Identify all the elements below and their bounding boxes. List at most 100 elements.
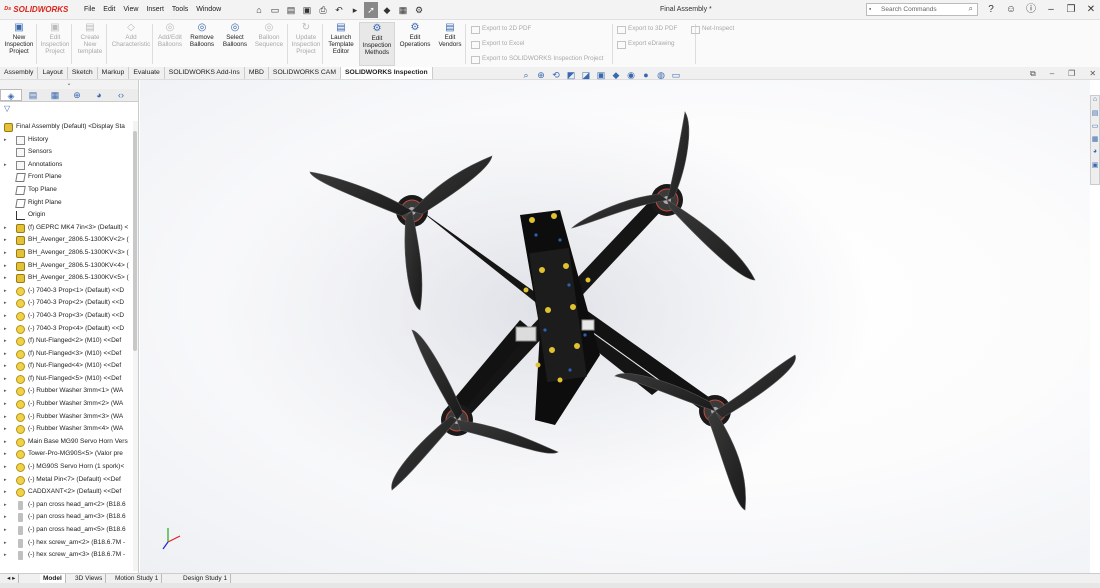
expand-arrow-icon[interactable]: ▸ bbox=[4, 448, 7, 461]
expand-arrow-icon[interactable]: ▸ bbox=[4, 159, 7, 172]
export-0-button[interactable]: Export to 2D PDF bbox=[470, 23, 531, 35]
panel-collapse-handle[interactable]: ⌄ bbox=[0, 80, 138, 89]
tree-item[interactable]: ▸ Main Base MG90 Servo Horn Vers bbox=[0, 436, 138, 449]
expand-arrow-icon[interactable]: ▸ bbox=[4, 537, 7, 550]
options-gear-icon[interactable]: ⚙ bbox=[412, 2, 426, 18]
home-icon[interactable]: ⌂ bbox=[252, 2, 266, 18]
remove-balloons-button[interactable]: ◎ Remove Balloons bbox=[186, 22, 218, 66]
tree-item[interactable]: ▸ Tower-Pro-MG90S<5> (Valor pre bbox=[0, 448, 138, 461]
expand-arrow-icon[interactable]: ▸ bbox=[4, 511, 7, 524]
tree-item[interactable]: ▸ (-) 7040-3 Prop<1> (Default) <<D bbox=[0, 285, 138, 298]
panel-arrows-icon[interactable]: ‹› bbox=[110, 89, 132, 101]
tree-item[interactable]: ▸ (-) Metal Pin<7> (Default) <<Def bbox=[0, 474, 138, 487]
help-icon[interactable]: ? bbox=[984, 1, 998, 18]
edit-inspection-methods-button[interactable]: ⚙ Edit Inspection Methods bbox=[359, 22, 395, 66]
edit-inspection-project-button[interactable]: ▣ Edit Inspection Project bbox=[38, 22, 72, 66]
menu-tools[interactable]: Tools bbox=[168, 0, 192, 20]
tree-item[interactable]: ▸ (f) Nut-Flanged<5> (M10) <<Def bbox=[0, 373, 138, 386]
expand-arrow-icon[interactable]: ▸ bbox=[4, 247, 7, 260]
scrollbar-thumb[interactable] bbox=[133, 131, 137, 351]
tab-solidworks-cam[interactable]: SOLIDWORKS CAM bbox=[269, 67, 341, 79]
expand-arrow-icon[interactable]: ▸ bbox=[4, 474, 7, 487]
save-icon[interactable]: ▣ bbox=[300, 2, 314, 18]
close-icon[interactable]: ✕ bbox=[1084, 1, 1098, 18]
feature-manager-tree-icon[interactable]: ◈ bbox=[0, 89, 22, 101]
graphics-viewport[interactable] bbox=[140, 80, 1090, 573]
expand-arrow-icon[interactable]: ▸ bbox=[4, 272, 7, 285]
expand-arrow-icon[interactable]: ▸ bbox=[4, 222, 7, 235]
menu-insert[interactable]: Insert bbox=[142, 0, 168, 20]
menu-edit[interactable]: Edit bbox=[99, 0, 119, 20]
print-icon[interactable]: ⎙ bbox=[316, 2, 330, 18]
expand-arrow-icon[interactable]: ▸ bbox=[4, 411, 7, 424]
viewport-restore-icon[interactable]: ❐ bbox=[1068, 69, 1075, 79]
tree-item[interactable]: Final Assembly (Default) <Display Sta bbox=[0, 121, 138, 134]
filter-icon[interactable]: ▽ bbox=[0, 102, 138, 115]
tab-assembly[interactable]: Assembly bbox=[0, 67, 39, 79]
tree-item[interactable]: ▸ (f) Nut-Flanged<3> (M10) <<Def bbox=[0, 348, 138, 361]
tree-item[interactable]: ▸ CADDXANT<2> (Default) <<Def bbox=[0, 486, 138, 499]
dimxpert-manager-icon[interactable]: ⊕ bbox=[66, 89, 88, 101]
help-circle-icon[interactable]: ⓘ bbox=[1024, 1, 1038, 18]
tree-item[interactable]: ▸ (f) GEPRC MK4 7in<3> (Default) < bbox=[0, 222, 138, 235]
tree-item[interactable]: Sensors bbox=[0, 146, 138, 159]
create-new-template-button[interactable]: ▤ Create New template bbox=[73, 22, 107, 66]
menu-window[interactable]: Window bbox=[192, 0, 225, 20]
tree-item[interactable]: ▸ (-) pan cross head_am<2> (B18.6 bbox=[0, 499, 138, 512]
redo-icon[interactable]: ▸ bbox=[348, 2, 362, 18]
expand-arrow-icon[interactable]: ▸ bbox=[4, 260, 7, 273]
tab-layout[interactable]: Layout bbox=[38, 67, 68, 79]
viewport-close-icon[interactable]: ✕ bbox=[1089, 69, 1096, 79]
tree-item[interactable]: ▸ (-) MG90S Servo Horn (1 spork)< bbox=[0, 461, 138, 474]
export-1-button[interactable]: Export to Excel bbox=[470, 38, 524, 50]
tree-item[interactable]: Origin bbox=[0, 209, 138, 222]
expand-arrow-icon[interactable]: ▸ bbox=[4, 486, 7, 499]
view-palette-icon[interactable]: ▦ bbox=[1091, 135, 1099, 148]
tree-item[interactable]: Top Plane bbox=[0, 184, 138, 197]
expand-arrow-icon[interactable]: ▸ bbox=[4, 285, 7, 298]
search-icon[interactable]: ⌕ bbox=[969, 3, 973, 14]
select-cursor-icon[interactable]: ➚ bbox=[364, 2, 378, 18]
tree-item[interactable]: ▸ (-) 7040-3 Prop<4> (Default) <<D bbox=[0, 323, 138, 336]
custom-properties-icon[interactable]: ▣ bbox=[1091, 161, 1099, 174]
edit-vendors-button[interactable]: ▤ Edit Vendors bbox=[436, 22, 464, 66]
tab-markup[interactable]: Markup bbox=[98, 67, 130, 79]
select-balloons-button[interactable]: ◎ Select Balloons bbox=[219, 22, 251, 66]
tree-item[interactable]: ▸ (-) Rubber Washer 3mm<1> (WA bbox=[0, 385, 138, 398]
tree-item[interactable]: ▸ (-) hex screw_am<3> (B18.6.7M - bbox=[0, 549, 138, 562]
file-explorer-icon[interactable]: ▭ bbox=[1091, 122, 1099, 135]
traffic-light-icon[interactable]: ◆ bbox=[380, 2, 394, 18]
expand-arrow-icon[interactable]: ▸ bbox=[4, 297, 7, 310]
tree-item[interactable]: ▸ Annotations bbox=[0, 159, 138, 172]
launch-template-editor-button[interactable]: ▤ Launch Template Editor bbox=[324, 22, 358, 66]
tree-scrollbar[interactable] bbox=[133, 121, 138, 571]
expand-arrow-icon[interactable]: ▸ bbox=[4, 461, 7, 474]
viewport-split-icon[interactable]: ⧉ bbox=[1030, 69, 1036, 79]
design-library-icon[interactable]: ▤ bbox=[1091, 109, 1099, 122]
expand-arrow-icon[interactable]: ▸ bbox=[4, 373, 7, 386]
add-edit-balloons-button[interactable]: ◎ Add/Edit Balloons bbox=[154, 22, 186, 66]
file-properties-icon[interactable]: ▦ bbox=[396, 2, 410, 18]
tree-item[interactable]: ▸ BH_Avenger_2806.5-1300KV<4> ( bbox=[0, 260, 138, 273]
expand-arrow-icon[interactable]: ▸ bbox=[4, 385, 7, 398]
expand-arrow-icon[interactable]: ▸ bbox=[4, 360, 7, 373]
open-folder-icon[interactable]: ▤ bbox=[284, 2, 298, 18]
expand-arrow-icon[interactable]: ▸ bbox=[4, 499, 7, 512]
tree-item[interactable]: Right Plane bbox=[0, 197, 138, 210]
expand-arrow-icon[interactable]: ▸ bbox=[4, 335, 7, 348]
restore-icon[interactable]: ❐ bbox=[1064, 1, 1078, 18]
tree-item[interactable]: ▸ History bbox=[0, 134, 138, 147]
display-manager-icon[interactable]: ◕ bbox=[88, 89, 110, 101]
tab-mbd[interactable]: MBD bbox=[245, 67, 269, 79]
export2-1-button[interactable]: Export eDrawing bbox=[616, 38, 675, 50]
new-document-icon[interactable]: ▭ bbox=[268, 2, 282, 18]
tab-solidworks-add-ins[interactable]: SOLIDWORKS Add-Ins bbox=[165, 67, 245, 79]
appearances-icon[interactable]: ◕ bbox=[1091, 148, 1099, 161]
tree-item[interactable]: ▸ BH_Avenger_2806.5-1300KV<5> ( bbox=[0, 272, 138, 285]
tree-item[interactable]: ▸ (-) Rubber Washer 3mm<4> (WA bbox=[0, 423, 138, 436]
expand-arrow-icon[interactable]: ▸ bbox=[4, 549, 7, 562]
tab-sketch[interactable]: Sketch bbox=[68, 67, 98, 79]
tree-item[interactable]: ▸ BH_Avenger_2806.5-1300KV<2> ( bbox=[0, 234, 138, 247]
expand-arrow-icon[interactable]: ▸ bbox=[4, 310, 7, 323]
expand-arrow-icon[interactable]: ▸ bbox=[4, 348, 7, 361]
